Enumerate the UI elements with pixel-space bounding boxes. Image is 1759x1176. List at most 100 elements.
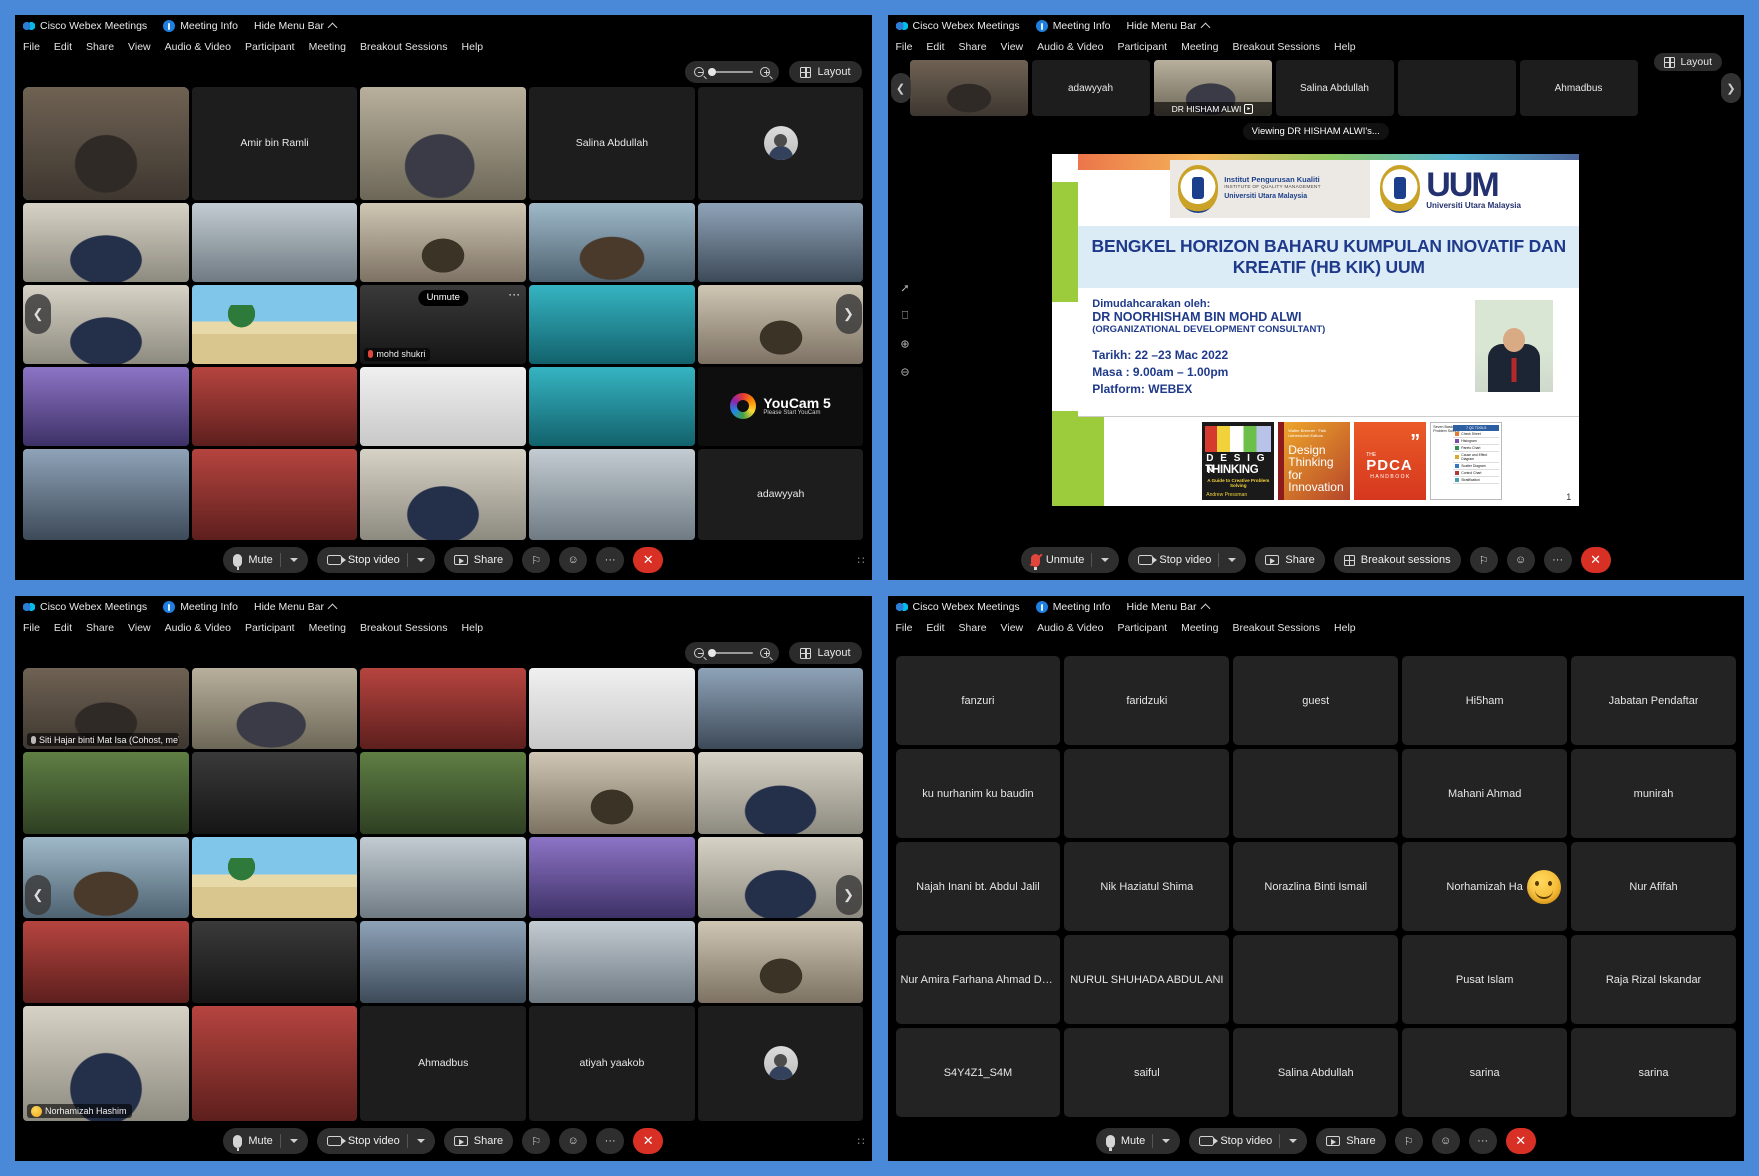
video-tile[interactable] bbox=[23, 752, 189, 834]
participant-tile[interactable]: Norazlina Binti Ismail bbox=[1233, 842, 1399, 931]
chevron-down-icon[interactable] bbox=[416, 1139, 425, 1143]
menu-item-participant[interactable]: Participant bbox=[245, 41, 295, 53]
video-tile[interactable]: mohd shukri Unmute ··· bbox=[360, 284, 527, 364]
reactions-button[interactable]: ☺ bbox=[559, 1128, 588, 1154]
pointer-icon[interactable]: ➚ bbox=[898, 280, 913, 295]
hide-menu-bar-button[interactable]: Hide Menu Bar bbox=[254, 601, 338, 613]
zoom-track[interactable] bbox=[708, 68, 754, 76]
participants-button[interactable]: ⚐ bbox=[1394, 1128, 1423, 1154]
screen-icon[interactable]: ⎕ bbox=[898, 308, 913, 323]
meeting-info-button[interactable]: Meeting Info bbox=[1035, 601, 1110, 613]
filmstrip-next-button[interactable]: ❯ bbox=[1721, 73, 1741, 103]
menu-item-edit[interactable]: Edit bbox=[926, 41, 944, 53]
video-tile[interactable]: Ahmadbus bbox=[360, 1005, 527, 1121]
video-tile[interactable] bbox=[529, 448, 695, 540]
zoom-slider[interactable] bbox=[685, 61, 780, 83]
next-page-button[interactable]: ❯ bbox=[835, 874, 862, 915]
filmstrip-tile[interactable]: Ahmadbus bbox=[1519, 60, 1638, 116]
video-tile[interactable] bbox=[697, 752, 864, 834]
end-meeting-button[interactable]: ✕ bbox=[1580, 547, 1611, 573]
menu-item-meeting[interactable]: Meeting bbox=[1181, 622, 1218, 634]
next-page-button[interactable]: ❯ bbox=[835, 293, 862, 334]
video-tile[interactable] bbox=[191, 921, 358, 1003]
participant-tile[interactable]: guest bbox=[1233, 656, 1399, 745]
hide-menu-bar-button[interactable]: Hide Menu Bar bbox=[1126, 20, 1210, 32]
participant-tile[interactable]: Raja Rizal Iskandar bbox=[1571, 935, 1736, 1024]
video-tile[interactable] bbox=[360, 202, 527, 282]
video-tile[interactable]: Salina Abdullah bbox=[529, 87, 695, 200]
zoom-in-icon[interactable] bbox=[760, 648, 771, 658]
layout-button[interactable]: Layout bbox=[789, 642, 862, 664]
video-tile[interactable] bbox=[697, 202, 864, 282]
menu-item-share[interactable]: Share bbox=[86, 41, 114, 53]
mute-button[interactable]: Mute bbox=[223, 547, 308, 573]
unmute-prompt-pill[interactable]: Unmute bbox=[418, 289, 468, 306]
reactions-button[interactable]: ☺ bbox=[1506, 547, 1535, 573]
zoom-in-icon[interactable]: ⊕ bbox=[898, 336, 913, 351]
more-options-button[interactable]: ··· bbox=[596, 1128, 625, 1154]
participant-tile[interactable]: Mahani Ahmad bbox=[1402, 749, 1568, 838]
video-tile[interactable] bbox=[360, 836, 527, 919]
video-tile[interactable]: Norhamizah Hashim bbox=[23, 1005, 189, 1121]
breakout-sessions-button[interactable]: Breakout sessions bbox=[1333, 547, 1461, 573]
participant-tile[interactable]: munirah bbox=[1571, 749, 1736, 838]
share-button[interactable]: Share bbox=[1316, 1128, 1386, 1154]
menu-item-edit[interactable]: Edit bbox=[54, 622, 72, 634]
chevron-down-icon[interactable] bbox=[289, 558, 298, 562]
menu-item-audio-video[interactable]: Audio & Video bbox=[165, 41, 231, 53]
reactions-button[interactable]: ☺ bbox=[559, 547, 588, 573]
menu-item-breakout-sessions[interactable]: Breakout Sessions bbox=[360, 41, 448, 53]
video-tile[interactable]: Siti Hajar binti Mat Isa (Cohost, me) bbox=[23, 668, 189, 750]
menu-item-audio-video[interactable]: Audio & Video bbox=[1037, 622, 1103, 634]
more-options-button[interactable]: ··· bbox=[1468, 1128, 1497, 1154]
menu-item-share[interactable]: Share bbox=[959, 41, 987, 53]
video-tile[interactable] bbox=[529, 836, 695, 919]
video-tile[interactable] bbox=[23, 448, 189, 540]
zoom-slider[interactable] bbox=[685, 642, 780, 664]
more-options-button[interactable]: ··· bbox=[1543, 547, 1572, 573]
menu-item-file[interactable]: File bbox=[896, 41, 913, 53]
more-options-button[interactable]: ··· bbox=[596, 547, 625, 573]
chevron-down-icon[interactable] bbox=[289, 1139, 298, 1143]
participant-tile[interactable]: Norhamizah Ha bbox=[1402, 842, 1568, 931]
end-meeting-button[interactable]: ✕ bbox=[1505, 1128, 1536, 1154]
meeting-info-button[interactable]: Meeting Info bbox=[163, 20, 238, 32]
menu-item-share[interactable]: Share bbox=[959, 622, 987, 634]
video-tile[interactable] bbox=[529, 202, 695, 282]
video-tile[interactable]: Amir bin Ramli bbox=[191, 87, 358, 200]
video-tile[interactable] bbox=[23, 87, 189, 200]
menu-item-edit[interactable]: Edit bbox=[926, 622, 944, 634]
participant-tile[interactable]: saiful bbox=[1064, 1028, 1230, 1117]
participant-tile[interactable]: S4Y4Z1_S4M bbox=[895, 1028, 1061, 1117]
video-tile[interactable] bbox=[697, 1005, 864, 1121]
filmstrip-tile[interactable] bbox=[909, 60, 1028, 116]
video-tile[interactable] bbox=[697, 87, 864, 200]
video-tile[interactable] bbox=[697, 921, 864, 1003]
filmstrip-tile[interactable]: adawyyah bbox=[1031, 60, 1150, 116]
menu-item-participant[interactable]: Participant bbox=[1117, 41, 1167, 53]
filmstrip-tile[interactable] bbox=[1397, 60, 1516, 116]
video-tile[interactable] bbox=[23, 366, 189, 446]
mute-button[interactable]: Mute bbox=[1095, 1128, 1181, 1154]
zoom-out-icon[interactable] bbox=[694, 67, 705, 77]
menu-item-help[interactable]: Help bbox=[462, 622, 484, 634]
menu-item-share[interactable]: Share bbox=[86, 622, 114, 634]
filmstrip-tile[interactable]: Salina Abdullah bbox=[1275, 60, 1394, 116]
video-tile[interactable] bbox=[360, 921, 527, 1003]
menu-item-file[interactable]: File bbox=[23, 622, 40, 634]
menu-item-help[interactable]: Help bbox=[1334, 41, 1356, 53]
participants-button[interactable]: ⚐ bbox=[1469, 547, 1498, 573]
zoom-out-icon[interactable]: ⊖ bbox=[898, 364, 913, 379]
video-tile[interactable] bbox=[529, 284, 695, 364]
end-meeting-button[interactable]: ✕ bbox=[633, 547, 664, 573]
menu-item-view[interactable]: View bbox=[128, 622, 151, 634]
layout-button[interactable]: Layout bbox=[789, 61, 862, 83]
menu-item-view[interactable]: View bbox=[1001, 622, 1024, 634]
chevron-down-icon[interactable] bbox=[1289, 1139, 1298, 1143]
video-tile[interactable]: adawyyah bbox=[697, 448, 864, 540]
video-tile[interactable] bbox=[191, 752, 358, 834]
participant-tile[interactable] bbox=[1233, 935, 1399, 1024]
stop-video-button[interactable]: Stop video bbox=[316, 1128, 435, 1154]
video-tile[interactable] bbox=[191, 668, 358, 750]
video-tile[interactable] bbox=[360, 448, 527, 540]
